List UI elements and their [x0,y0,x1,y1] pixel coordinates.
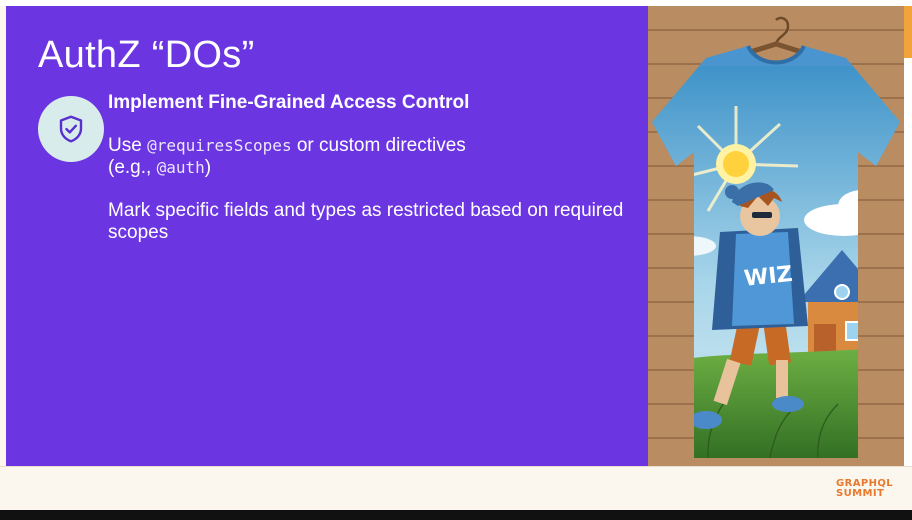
right-edge-strip [904,6,912,466]
slide-title: AuthZ “DOs” [38,34,255,76]
use-text: Use [108,135,148,156]
tshirt-photo: WIZ [648,6,904,466]
content-block: Implement Fine-Grained Access Control Us… [108,92,628,244]
graphql-summit-logo: GRAPHQL SUMMIT [836,479,893,499]
right-edge-accent [904,6,912,58]
shirt-text: WIZ [743,262,794,292]
directive-paragraph: Use @requiresScopes or custom directives… [108,135,628,179]
logo-line-2: SUMMIT [836,488,885,499]
footer-divider [0,466,912,467]
custom-directives-text: or custom directives [291,135,466,156]
auth-code: @auth [156,158,205,177]
slide-content: AuthZ “DOs” Implement Fine-Grained Acces… [6,6,648,466]
example-text: (e.g., [108,157,157,178]
tshirt-illustration: WIZ [648,6,904,466]
requires-scopes-code: @requiresScopes [147,136,292,155]
restriction-paragraph: Mark specific fields and types as restri… [108,200,624,243]
shield-check-icon [59,115,83,143]
shield-badge [38,96,104,162]
section-heading: Implement Fine-Grained Access Control [108,92,470,113]
presentation-stage: AuthZ “DOs” Implement Fine-Grained Acces… [0,0,912,520]
close-paren: ) [204,157,212,178]
bottom-bar [0,510,912,520]
